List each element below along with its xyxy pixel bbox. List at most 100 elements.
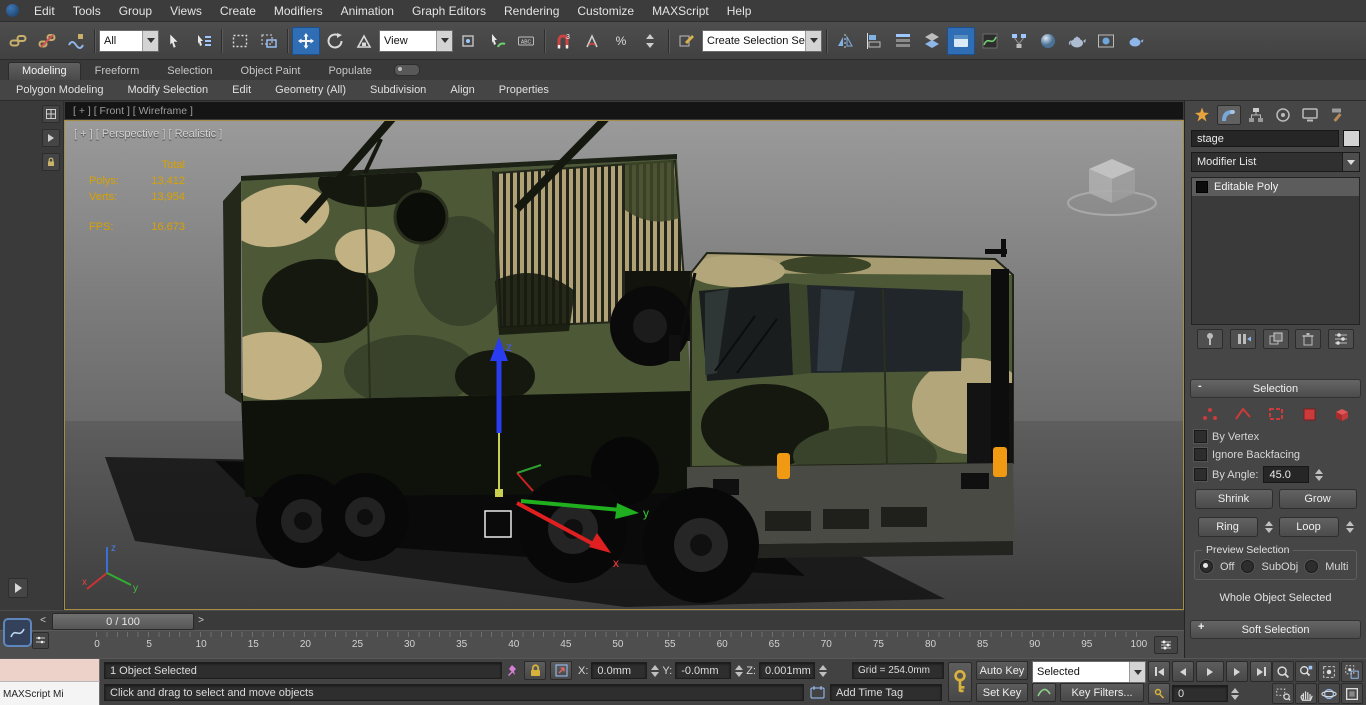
- utilities-tab-icon[interactable]: [1325, 105, 1349, 125]
- ribbon-panel-item[interactable]: Modify Selection: [127, 84, 208, 96]
- create-tab-icon[interactable]: [1190, 105, 1214, 125]
- stack-onoff-icon[interactable]: [1196, 181, 1208, 193]
- viewcube[interactable]: [1057, 141, 1167, 225]
- toggle-layer-explorer-icon[interactable]: [918, 27, 946, 55]
- selection-lock-toggle[interactable]: [524, 661, 546, 680]
- previous-frame-button[interactable]: [1172, 661, 1194, 682]
- unlink-selection-icon[interactable]: [33, 27, 61, 55]
- shrink-button[interactable]: Shrink: [1194, 489, 1273, 509]
- zoom-all-icon[interactable]: [1295, 661, 1317, 682]
- display-tab-icon[interactable]: [1298, 105, 1322, 125]
- add-time-tag-field[interactable]: Add Time Tag: [830, 684, 942, 701]
- loop-button[interactable]: Loop: [1278, 517, 1339, 537]
- preview-off-radio[interactable]: [1200, 560, 1213, 573]
- border-subobject-icon[interactable]: [1264, 404, 1288, 423]
- selection-pin-icon[interactable]: [507, 665, 518, 677]
- use-pivot-point-center-icon[interactable]: [454, 27, 482, 55]
- y-spinner[interactable]: [735, 664, 744, 677]
- select-and-link-icon[interactable]: [4, 27, 32, 55]
- app-menu-icon[interactable]: [6, 4, 19, 17]
- modifier-stack[interactable]: Editable Poly: [1191, 177, 1360, 325]
- viewport-label[interactable]: [ + ] [ Perspective ] [ Realistic ]: [74, 128, 222, 140]
- go-to-end-button[interactable]: [1250, 661, 1272, 682]
- menu-item[interactable]: Views: [161, 1, 211, 21]
- element-subobject-icon[interactable]: [1330, 404, 1354, 423]
- ribbon-panel-item[interactable]: Subdivision: [370, 84, 426, 96]
- menu-item[interactable]: Help: [718, 1, 761, 21]
- select-object-icon[interactable]: [160, 27, 188, 55]
- schematic-view-icon[interactable]: [1005, 27, 1033, 55]
- menu-item[interactable]: Rendering: [495, 1, 568, 21]
- viewport-lock-icon[interactable]: [42, 153, 60, 171]
- grow-button[interactable]: Grow: [1278, 489, 1357, 509]
- maximize-viewport-toggle-icon[interactable]: [1341, 683, 1363, 704]
- reference-coordinate-combo[interactable]: View: [379, 29, 453, 52]
- by-vertex-checkbox[interactable]: [1194, 430, 1207, 443]
- x-spinner[interactable]: [651, 664, 660, 677]
- x-coordinate-field[interactable]: 0.0mm: [591, 662, 648, 679]
- ignore-backfacing-checkbox[interactable]: [1194, 448, 1207, 461]
- ribbon-panel-item[interactable]: Properties: [499, 84, 549, 96]
- rectangular-selection-region-icon[interactable]: [226, 27, 254, 55]
- object-color-swatch[interactable]: [1343, 130, 1360, 147]
- select-and-manipulate-icon[interactable]: [483, 27, 511, 55]
- auto-key-button[interactable]: Auto Key: [976, 661, 1028, 680]
- set-keys-button[interactable]: [948, 662, 972, 702]
- remove-modifier-icon[interactable]: [1295, 329, 1322, 349]
- polygon-subobject-icon[interactable]: [1297, 404, 1321, 423]
- key-filters-button[interactable]: Key Filters...: [1060, 683, 1144, 702]
- material-editor-icon[interactable]: [1034, 27, 1062, 55]
- selection-rollout-header[interactable]: - Selection: [1190, 379, 1361, 398]
- play-button[interactable]: [1196, 661, 1224, 682]
- default-in-out-tangents-icon[interactable]: [1032, 683, 1056, 702]
- ribbon-panel-item[interactable]: Geometry (All): [275, 84, 346, 96]
- ribbon-panel-item[interactable]: Polygon Modeling: [16, 84, 103, 96]
- motion-tab-icon[interactable]: [1271, 105, 1295, 125]
- selection-filter-combo[interactable]: All: [99, 29, 159, 52]
- zoom-extents-icon[interactable]: [1318, 661, 1340, 682]
- ribbon-display-toggle[interactable]: [393, 64, 420, 76]
- pin-stack-icon[interactable]: [1197, 329, 1223, 349]
- angle-value-field[interactable]: 45.0: [1263, 466, 1310, 483]
- menu-item[interactable]: Tools: [64, 1, 110, 21]
- vertex-subobject-icon[interactable]: [1198, 404, 1222, 423]
- front-viewport-label[interactable]: [ + ] [ Front ] [ Wireframe ]: [73, 105, 193, 117]
- maxscript-macro-recorder[interactable]: [0, 659, 100, 682]
- viewport-layout-tabs-icon[interactable]: [42, 105, 60, 123]
- menu-item[interactable]: Group: [110, 1, 161, 21]
- y-coordinate-field[interactable]: -0.0mm: [675, 662, 732, 679]
- soft-selection-rollout-header[interactable]: + Soft Selection: [1190, 620, 1361, 639]
- mirror-icon[interactable]: [831, 27, 859, 55]
- time-tag-icon[interactable]: [810, 685, 825, 700]
- absolute-mode-transform-icon[interactable]: [550, 661, 572, 680]
- percent-snap-toggle-icon[interactable]: %: [607, 27, 635, 55]
- ribbon-tab-selection[interactable]: Selection: [153, 62, 226, 80]
- ribbon-tab-object-paint[interactable]: Object Paint: [227, 62, 315, 80]
- zoom-extents-all-icon[interactable]: [1341, 661, 1363, 682]
- time-slider-track[interactable]: < 0 / 100 >: [0, 610, 1184, 630]
- named-selection-set-combo[interactable]: Create Selection Se: [702, 29, 822, 52]
- menu-item[interactable]: MAXScript: [643, 1, 718, 21]
- menu-item[interactable]: Animation: [332, 1, 403, 21]
- ribbon-tab-freeform[interactable]: Freeform: [81, 62, 154, 80]
- zoom-region-icon[interactable]: [1272, 683, 1294, 704]
- select-by-name-icon[interactable]: [189, 27, 217, 55]
- edit-named-selection-sets-icon[interactable]: [673, 27, 701, 55]
- menu-item[interactable]: Edit: [25, 1, 64, 21]
- toggle-ribbon-icon[interactable]: [947, 26, 975, 55]
- time-slider-handle[interactable]: 0 / 100: [52, 613, 194, 630]
- toggle-scene-explorer-icon[interactable]: [889, 27, 917, 55]
- menu-item[interactable]: Customize: [568, 1, 643, 21]
- key-mode-toggle[interactable]: [1148, 683, 1170, 704]
- render-setup-icon[interactable]: [1063, 27, 1091, 55]
- menu-item[interactable]: Create: [211, 1, 265, 21]
- rendered-frame-window-icon[interactable]: [1092, 27, 1120, 55]
- z-spinner[interactable]: [818, 664, 827, 677]
- ring-spinner[interactable]: [1264, 521, 1273, 533]
- expand-panel-arrow-button[interactable]: [8, 578, 28, 598]
- make-unique-icon[interactable]: [1262, 329, 1289, 349]
- render-production-icon[interactable]: [1121, 27, 1149, 55]
- select-and-rotate-icon[interactable]: [321, 27, 349, 55]
- modifier-list-dropdown[interactable]: Modifier List: [1191, 152, 1360, 172]
- zoom-icon[interactable]: [1272, 661, 1294, 682]
